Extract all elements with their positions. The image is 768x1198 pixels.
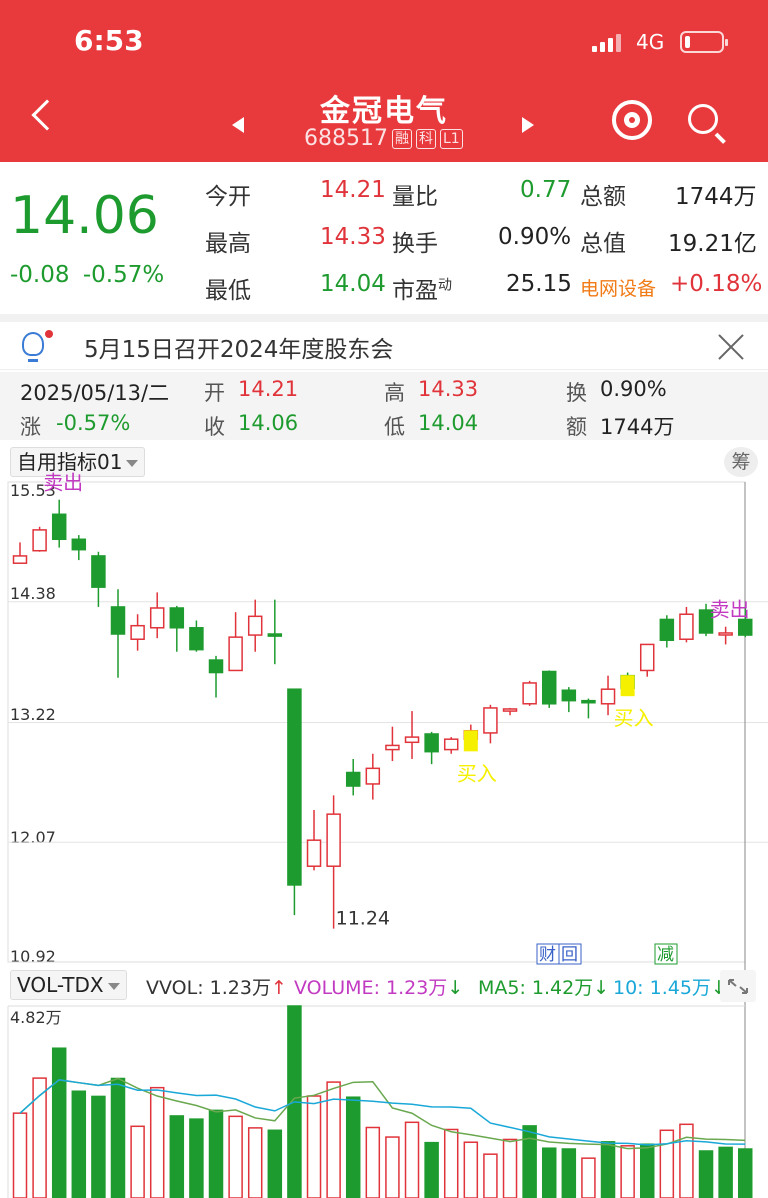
ma10-text: 10: 1.45万: [613, 977, 711, 999]
volume-indicator-row: VOL-TDX VVOL: 1.23万↑ VOLUME: 1.23万↓ MA5:…: [8, 970, 768, 1002]
volume-bar: [110, 1077, 126, 1198]
candle: [345, 771, 361, 787]
volume-bar: [149, 1086, 165, 1198]
volume-bar: [443, 1128, 459, 1198]
candle: [12, 555, 28, 564]
volume-bar: [698, 1150, 714, 1198]
candle: [541, 670, 557, 705]
volume-bar: [718, 1146, 733, 1198]
candle: [737, 618, 753, 636]
ma5-line: [19, 1077, 746, 1150]
candle: [561, 689, 577, 702]
volume-bar: [600, 1141, 616, 1198]
candle: [443, 738, 459, 751]
volume-bar: [208, 1109, 224, 1198]
candle: [110, 606, 126, 635]
candle: [522, 682, 537, 705]
volume-bar: [639, 1143, 655, 1198]
ma10-line: [19, 1079, 746, 1146]
candle: [228, 636, 243, 672]
volume-bar: [541, 1147, 557, 1198]
candle: [502, 708, 518, 712]
volume-bar: [502, 1138, 518, 1198]
volume-bar: [247, 1127, 263, 1198]
low-marker: 11.24: [336, 908, 390, 930]
buy-signal-candle: [463, 730, 478, 752]
ma5-text: MA5: 1.42万: [478, 977, 594, 999]
candle: [365, 767, 381, 785]
volume-bar: [91, 1095, 106, 1198]
volume-bar: [365, 1126, 381, 1198]
candle: [267, 633, 283, 637]
sell-signal-label: 卖出: [710, 598, 750, 622]
volume-bar: [483, 1153, 498, 1198]
candle: [287, 688, 302, 886]
volume-bar: [404, 1121, 420, 1198]
candle: [169, 607, 185, 629]
candle: [404, 736, 420, 744]
volume-bar: [522, 1125, 537, 1198]
volume-bar: [228, 1115, 243, 1198]
volume-bar: [169, 1115, 185, 1198]
candle: [91, 555, 106, 588]
candle: [581, 699, 596, 704]
buy-signal-label: 买入: [614, 706, 654, 730]
volume-bar: [51, 1047, 67, 1198]
kline-chart[interactable]: 卖出买入买入卖出11.24财回减: [0, 0, 768, 1198]
candle: [385, 744, 400, 751]
volume-bar: [581, 1157, 596, 1198]
ma5-value: MA5: 1.42万↓: [478, 977, 610, 999]
volume-bar: [620, 1145, 635, 1198]
candle: [679, 613, 694, 640]
candle: [639, 643, 655, 672]
candle: [189, 627, 204, 651]
candle: [483, 707, 498, 734]
candle: [51, 513, 67, 541]
candle: [71, 538, 87, 551]
volume-indicator-selector[interactable]: VOL-TDX: [10, 970, 127, 1000]
volume-bar: [463, 1141, 479, 1198]
candle: [208, 659, 224, 674]
volume-bar: [267, 1129, 283, 1198]
volume-bar: [71, 1090, 87, 1198]
financial-event-tag: 财: [539, 945, 556, 965]
candle: [247, 615, 263, 636]
volume-bar: [345, 1096, 361, 1198]
return-event-tag: 回: [561, 945, 578, 965]
vvol-text: VVOL: 1.23万: [146, 977, 271, 999]
volume-bar: [189, 1118, 204, 1198]
candle: [149, 607, 165, 629]
volume-bar: [659, 1129, 675, 1198]
volume-bar: [130, 1125, 145, 1198]
candle: [424, 733, 439, 753]
volume-bar: [306, 1095, 322, 1198]
volume-text: VOLUME: 1.23万: [294, 977, 448, 999]
candle: [306, 839, 322, 867]
volume-bar: [561, 1148, 577, 1198]
candle: [326, 813, 341, 867]
ma10-value: 10: 1.45万↓: [613, 977, 727, 999]
volume-bar: [385, 1136, 400, 1198]
candle: [659, 618, 675, 642]
volume-max-label: 4.82万: [10, 1008, 62, 1027]
volume-bar: [679, 1123, 694, 1198]
candle: [130, 624, 145, 640]
volume-bar: [424, 1141, 439, 1198]
volume-value: VOLUME: 1.23万↓: [294, 977, 464, 999]
expand-icon[interactable]: [720, 970, 756, 1002]
buy-signal-candle: [620, 675, 635, 697]
candle: [32, 529, 47, 552]
vvol-value: VVOL: 1.23万↑: [146, 977, 287, 999]
volume-bar: [12, 1112, 28, 1198]
candle: [600, 688, 616, 705]
candle: [718, 632, 733, 636]
volume-bar: [737, 1148, 753, 1198]
reduce-event-tag: 减: [657, 945, 674, 965]
buy-signal-label: 买入: [457, 761, 497, 785]
sell-signal-label: 卖出: [43, 471, 83, 495]
